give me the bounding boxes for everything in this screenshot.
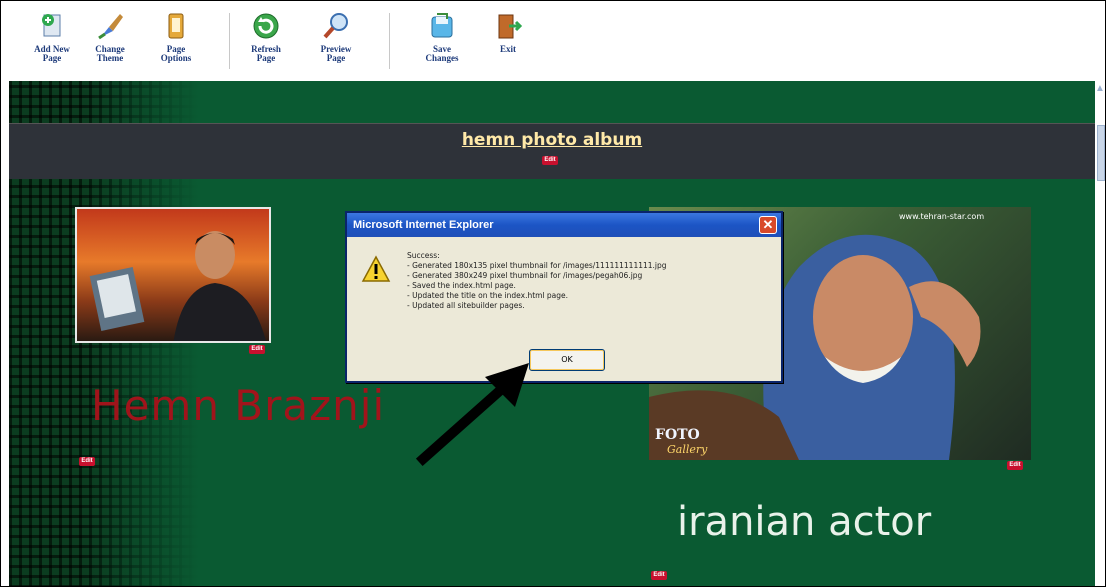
dialog-message: Success: - Generated 180x135 pixel thumb… [407, 251, 767, 311]
page-options-label-2: Options [160, 53, 192, 63]
close-icon[interactable]: ✕ [759, 216, 777, 234]
dialog-title: Microsoft Internet Explorer [353, 219, 494, 231]
dialog-message-line: Success: [407, 251, 440, 260]
photo-watermark: www.tehran-star.com [899, 212, 984, 221]
site-title[interactable]: hemn photo album [9, 130, 1095, 150]
pointer-arrow-icon [415, 363, 529, 467]
exit-label-1: Exit [499, 44, 516, 54]
scroll-up-arrow-icon[interactable]: ▲ [1095, 83, 1105, 94]
page-options-icon [161, 11, 191, 41]
dialog-message-line: - Updated the title on the index.html pa… [407, 291, 569, 300]
name-heading[interactable]: Hemn Braznji [91, 381, 385, 430]
change-theme-button[interactable]: Change Theme [81, 11, 139, 73]
dialog-message-line: - Saved the index.html page. [407, 281, 516, 290]
toolbar-separator [229, 13, 230, 69]
scrollbar-thumb[interactable] [1097, 125, 1105, 181]
actor-caption[interactable]: iranian actor [677, 499, 931, 545]
edit-photo-left-button[interactable]: Edit [249, 345, 265, 354]
dialog-message-line: - Generated 380x249 pixel thumbnail for … [407, 271, 643, 280]
refresh-icon [251, 11, 281, 41]
title-band: hemn photo album Edit [9, 123, 1095, 179]
save-icon [427, 11, 457, 41]
exit-button[interactable]: Exit [479, 11, 537, 73]
hemn-photo[interactable] [75, 207, 271, 343]
edit-name-button[interactable]: Edit [79, 457, 95, 466]
screen: Add New Page Change Theme Page Options R… [0, 0, 1106, 587]
dialog-title-bar[interactable]: Microsoft Internet Explorer ✕ [347, 213, 781, 237]
dialog-message-line: - Generated 180x135 pixel thumbnail for … [407, 261, 667, 270]
warning-icon [361, 255, 391, 283]
add-page-icon [37, 11, 67, 41]
refresh-page-button[interactable]: Refresh Page [237, 11, 295, 73]
save-changes-button[interactable]: Save Changes [413, 11, 471, 73]
refresh-page-label-2: Page [256, 53, 276, 63]
preview-page-label-2: Page [326, 53, 346, 63]
foto-logo-line1: FOTO [655, 427, 700, 443]
page-options-button[interactable]: Page Options [147, 11, 205, 73]
brush-icon [95, 11, 125, 41]
exit-door-icon [493, 11, 523, 41]
preview-page-button[interactable]: Preview Page [307, 11, 365, 73]
edit-photo-right-button[interactable]: Edit [1007, 461, 1023, 470]
add-new-page-button[interactable]: Add New Page [23, 11, 81, 73]
change-theme-label-2: Theme [96, 53, 124, 63]
toolbar-separator [389, 13, 390, 69]
dialog-message-line: - Updated all sitebuilder pages. [407, 301, 525, 310]
foto-logo-line2: Gallery [667, 443, 708, 456]
magnifier-icon [321, 11, 351, 41]
sitebuilder-toolbar: Add New Page Change Theme Page Options R… [1, 1, 1105, 79]
add-new-page-label-2: Page [42, 53, 62, 63]
edit-caption-button[interactable]: Edit [651, 571, 667, 580]
edit-title-button[interactable]: Edit [542, 156, 558, 165]
save-changes-label-2: Changes [425, 53, 459, 63]
